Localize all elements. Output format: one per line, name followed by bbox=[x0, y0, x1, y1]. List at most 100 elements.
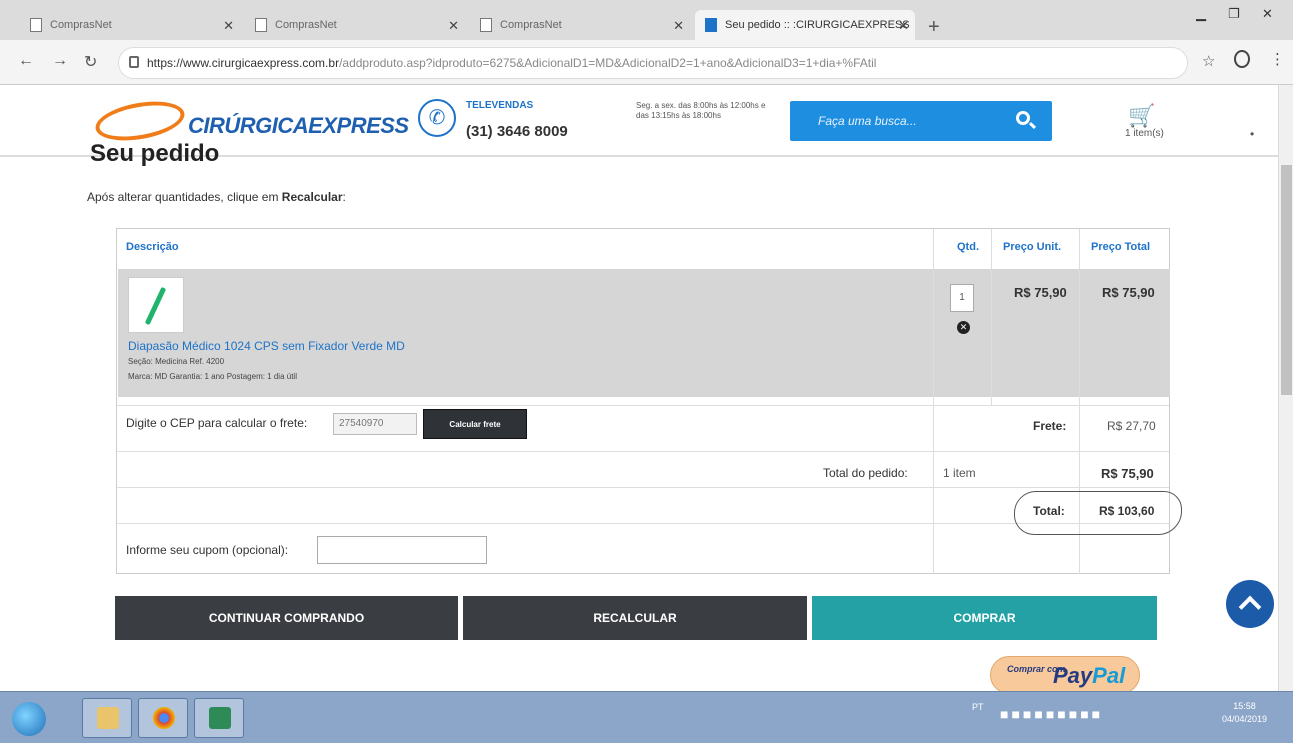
browser-tab-strip: ComprasNet ✕ ComprasNet ✕ ComprasNet ✕ S… bbox=[0, 0, 1293, 40]
shipping-label: Frete: bbox=[1033, 419, 1067, 433]
site-favicon-icon bbox=[705, 18, 717, 32]
header-qty: Qtd. bbox=[957, 241, 979, 253]
url-input[interactable]: https://www.cirurgicaexpress.com.br/addp… bbox=[118, 47, 1188, 79]
search-icon[interactable] bbox=[1016, 111, 1030, 125]
total-label: Total: bbox=[1033, 504, 1065, 518]
browser-tab[interactable]: ComprasNet ✕ bbox=[245, 10, 465, 40]
paypal-checkout-button[interactable]: Comprar com PayPal bbox=[990, 656, 1140, 694]
product-row: Diapasão Médico 1024 CPS sem Fixador Ver… bbox=[118, 269, 1170, 397]
chrome-icon bbox=[153, 707, 175, 729]
continue-shopping-button[interactable]: CONTINUAR COMPRANDO bbox=[115, 596, 458, 640]
calculate-shipping-button[interactable]: Calcular frete bbox=[423, 409, 527, 439]
product-name-link[interactable]: Diapasão Médico 1024 CPS sem Fixador Ver… bbox=[128, 339, 405, 353]
page-title: Seu pedido bbox=[90, 140, 220, 167]
hint-text: Após alterar quantidades, clique em bbox=[87, 190, 282, 204]
cep-input[interactable]: 27540970 bbox=[333, 413, 417, 435]
taskbar-spreadsheet[interactable] bbox=[194, 698, 244, 738]
page-icon bbox=[255, 18, 267, 32]
browser-tab-active[interactable]: Seu pedido :: :CIRURGICAEXPRESS ✕ bbox=[695, 10, 915, 40]
language-indicator[interactable]: PT bbox=[972, 702, 984, 712]
spreadsheet-icon bbox=[209, 707, 231, 729]
browser-tab[interactable]: ComprasNet ✕ bbox=[20, 10, 240, 40]
header-total-price: Preço Total bbox=[1091, 241, 1151, 253]
search-placeholder: Faça uma busca... bbox=[818, 114, 917, 128]
opening-hours: Seg. a sex. das 8:00hs às 12:00hs e das … bbox=[636, 101, 766, 120]
cart-count[interactable]: 1 item(s) bbox=[1125, 128, 1164, 139]
recalculate-button[interactable]: RECALCULAR bbox=[463, 596, 807, 640]
tab-title: ComprasNet bbox=[275, 19, 337, 31]
url-path: /addproduto.asp?idproduto=6275&Adicional… bbox=[339, 56, 877, 70]
televendas-label: TELEVENDAS bbox=[466, 100, 534, 111]
cart-icon[interactable]: 🛒 bbox=[1128, 103, 1155, 129]
order-subtotal-label: Total do pedido: bbox=[823, 466, 908, 480]
maximize-icon[interactable]: ❐ bbox=[1228, 6, 1240, 22]
close-icon[interactable]: ✕ bbox=[223, 18, 234, 34]
quantity-input[interactable]: 1 bbox=[950, 284, 974, 312]
cep-label: Digite o CEP para calcular o frete: bbox=[126, 416, 308, 430]
search-input[interactable]: Faça uma busca... bbox=[790, 101, 1052, 141]
page-scrollbar[interactable] bbox=[1278, 85, 1293, 691]
tuning-fork-icon bbox=[144, 286, 167, 326]
product-brand-warranty: Marca: MD Garantia: 1 ano Postagem: 1 di… bbox=[128, 372, 297, 381]
product-section-ref: Seção: Medicina Ref. 4200 bbox=[128, 357, 225, 366]
taskbar-chrome[interactable] bbox=[138, 698, 188, 738]
divider bbox=[117, 451, 1169, 452]
site-logo[interactable]: CIRÚRGICAEXPRESS bbox=[188, 113, 409, 139]
os-taskbar: PT ■■■■■■■■■ 15:58 04/04/2019 bbox=[0, 691, 1293, 743]
profile-icon[interactable] bbox=[1234, 50, 1250, 68]
close-window-icon[interactable]: ✕ bbox=[1262, 6, 1273, 22]
forward-arrow-icon[interactable]: → bbox=[52, 52, 68, 70]
paypal-logo: PayPal bbox=[1053, 663, 1125, 689]
browser-tab[interactable]: ComprasNet ✕ bbox=[470, 10, 690, 40]
page-icon bbox=[480, 18, 492, 32]
divider bbox=[991, 229, 992, 405]
divider bbox=[117, 523, 1169, 524]
system-clock[interactable]: 15:58 04/04/2019 bbox=[1222, 700, 1267, 726]
url-host: https://www.cirurgicaexpress.com.br bbox=[147, 56, 340, 70]
new-tab-button[interactable]: + bbox=[928, 16, 940, 39]
phone-icon: ✆ bbox=[418, 99, 456, 137]
remove-item-icon[interactable]: ✕ bbox=[957, 321, 970, 334]
recalc-hint: Após alterar quantidades, clique em Reca… bbox=[87, 190, 346, 204]
close-icon[interactable]: ✕ bbox=[898, 18, 909, 34]
hint-bold: Recalcular bbox=[281, 190, 343, 204]
header-dot: • bbox=[1250, 127, 1255, 141]
bookmark-star-icon[interactable]: ☆ bbox=[1202, 52, 1215, 70]
order-subtotal-value: R$ 75,90 bbox=[1101, 466, 1154, 481]
clock-date: 04/04/2019 bbox=[1222, 714, 1268, 724]
product-thumbnail[interactable] bbox=[128, 277, 184, 333]
buy-button[interactable]: COMPRAR bbox=[812, 596, 1157, 640]
order-table: Descrição Qtd. Preço Unit. Preço Total D… bbox=[116, 228, 1182, 574]
header-unit-price: Preço Unit. bbox=[1003, 241, 1062, 253]
back-arrow-icon[interactable]: ← bbox=[18, 52, 34, 70]
logo-swoosh-icon bbox=[92, 95, 188, 147]
reload-icon[interactable]: ↻ bbox=[84, 52, 97, 72]
close-icon[interactable]: ✕ bbox=[448, 18, 459, 34]
tab-title: ComprasNet bbox=[500, 19, 562, 31]
logo-brand: CIRÚRGICA bbox=[188, 113, 309, 138]
shipping-value: R$ 27,70 bbox=[1107, 419, 1156, 433]
tab-title: Seu pedido :: :CIRURGICAEXPRESS bbox=[725, 19, 910, 31]
order-item-count: 1 item bbox=[943, 466, 976, 480]
scrollbar-thumb[interactable] bbox=[1281, 165, 1292, 395]
logo-suffix: EXPRESS bbox=[308, 113, 409, 138]
taskbar-explorer[interactable] bbox=[82, 698, 132, 738]
page-icon bbox=[30, 18, 42, 32]
lock-icon bbox=[129, 56, 139, 68]
unit-price: R$ 75,90 bbox=[1014, 285, 1067, 300]
scroll-to-top-button[interactable] bbox=[1226, 580, 1274, 628]
close-icon[interactable]: ✕ bbox=[673, 18, 684, 34]
divider bbox=[117, 487, 1169, 488]
address-bar: ← → ↻ https://www.cirurgicaexpress.com.b… bbox=[0, 40, 1293, 85]
url-text: https://www.cirurgicaexpress.com.br/addp… bbox=[147, 56, 1167, 70]
folder-icon bbox=[97, 707, 119, 729]
minimize-icon[interactable]: ▁ bbox=[1196, 6, 1206, 22]
divider bbox=[117, 405, 1169, 406]
start-button[interactable] bbox=[12, 702, 46, 736]
coupon-input[interactable] bbox=[317, 536, 487, 564]
tab-title: ComprasNet bbox=[50, 19, 112, 31]
hint-suffix: : bbox=[342, 190, 346, 204]
tray-icons[interactable]: ■■■■■■■■■ bbox=[1000, 706, 1103, 722]
menu-dots-icon[interactable]: ⋮ bbox=[1270, 50, 1285, 68]
coupon-label: Informe seu cupom (opcional): bbox=[126, 543, 289, 557]
